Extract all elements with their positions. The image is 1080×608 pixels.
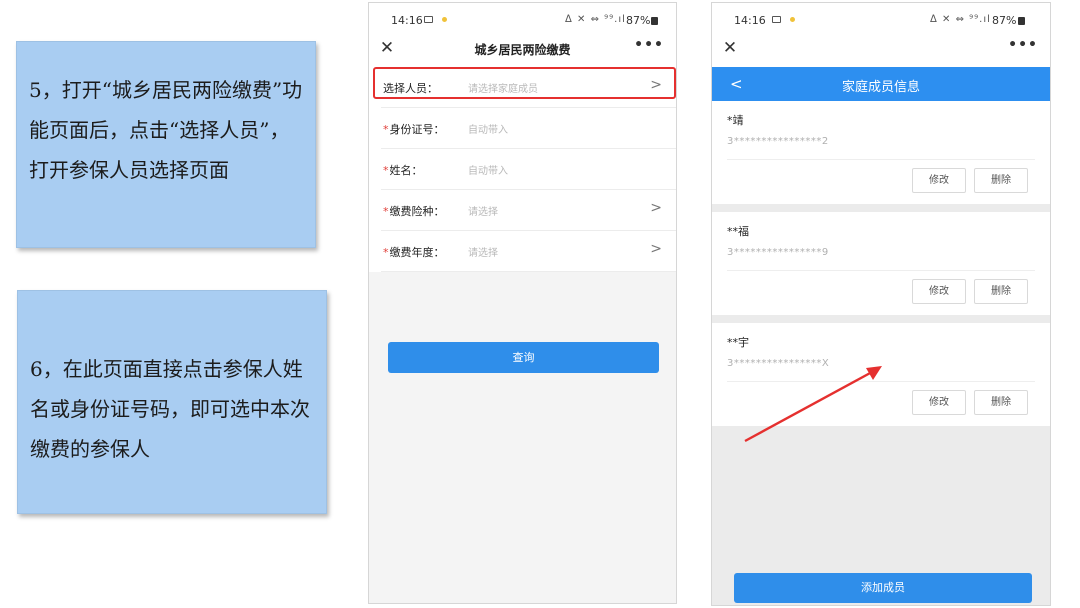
signal-icons: ᐃ ✕ ⇔ ⁹⁹.ıl bbox=[930, 14, 991, 25]
battery-icon bbox=[1018, 17, 1025, 25]
form-row-label: *缴费险种： bbox=[383, 205, 445, 218]
gallery-icon bbox=[424, 16, 433, 23]
page-title: 城乡居民两险缴费 bbox=[474, 43, 571, 57]
edit-button[interactable]: 修改 bbox=[912, 390, 966, 415]
select-member-highlight bbox=[373, 67, 676, 99]
delete-button[interactable]: 删除 bbox=[974, 279, 1028, 304]
form-row-payment-year[interactable]: *缴费年度： 请选择 > bbox=[369, 231, 676, 272]
header-title: 家庭成员信息 bbox=[841, 80, 920, 95]
member-list: *靖 3****************2 修改 删除 **福 3*******… bbox=[712, 101, 1050, 605]
form-row-id-number: *身份证号： 自动带入 bbox=[369, 108, 676, 149]
form-row-name: *姓名： 自动带入 bbox=[369, 149, 676, 190]
battery-level: 87% bbox=[626, 14, 651, 27]
gallery-icon bbox=[772, 16, 781, 23]
chevron-right-icon: > bbox=[650, 241, 662, 257]
insurance-type-value: 请选择 bbox=[468, 207, 498, 218]
required-mark: * bbox=[383, 246, 389, 259]
id-number-value: 自动带入 bbox=[468, 125, 508, 136]
member-id-number[interactable]: 3****************2 bbox=[727, 136, 829, 147]
close-icon[interactable]: ✕ bbox=[720, 37, 740, 59]
notification-dot-icon bbox=[790, 17, 795, 22]
required-mark: * bbox=[383, 205, 389, 218]
notification-dot-icon bbox=[442, 17, 447, 22]
payment-year-value: 请选择 bbox=[468, 248, 498, 259]
family-members-header: < 家庭成员信息 bbox=[712, 67, 1050, 101]
title-bar: ✕ 城乡居民两险缴费 ••• bbox=[369, 33, 676, 65]
signal-icons: ᐃ ✕ ⇔ ⁹⁹.ıl bbox=[565, 14, 626, 25]
delete-button[interactable]: 删除 bbox=[974, 390, 1028, 415]
step5-text: 5，打开“城乡居民两险缴费”功能页面后，点击“选择人员”，打开参保人员选择页面 bbox=[29, 78, 303, 182]
required-mark: * bbox=[383, 164, 389, 177]
member-id-number[interactable]: 3****************9 bbox=[727, 247, 829, 258]
form-row-label: *缴费年度： bbox=[383, 246, 445, 259]
name-value: 自动带入 bbox=[468, 166, 508, 177]
more-menu-icon[interactable]: ••• bbox=[1008, 37, 1038, 53]
status-bar: 14:16 ᐃ ✕ ⇔ ⁹⁹.ıl 87% bbox=[712, 3, 1050, 33]
step6-note: 6，在此页面直接点击参保人姓名或身份证号码，即可选中本次缴费的参保人 bbox=[17, 290, 327, 514]
required-mark: * bbox=[383, 123, 389, 136]
battery-level: 87% bbox=[992, 14, 1017, 27]
add-member-button[interactable]: 添加成员 bbox=[734, 573, 1032, 603]
step5-note: 5，打开“城乡居民两险缴费”功能页面后，点击“选择人员”，打开参保人员选择页面 bbox=[16, 41, 316, 248]
member-card[interactable]: *靖 3****************2 修改 删除 bbox=[712, 101, 1050, 204]
edit-button[interactable]: 修改 bbox=[912, 168, 966, 193]
status-time: 14:16 bbox=[734, 14, 766, 27]
battery-icon bbox=[651, 17, 658, 25]
form-row-insurance-type[interactable]: *缴费险种： 请选择 > bbox=[369, 190, 676, 231]
query-button[interactable]: 查询 bbox=[388, 342, 659, 373]
member-card[interactable]: **福 3****************9 修改 删除 bbox=[712, 212, 1050, 315]
member-card[interactable]: **宇 3****************X 修改 删除 bbox=[712, 323, 1050, 426]
form-row-label: *身份证号： bbox=[383, 123, 445, 136]
chevron-right-icon: > bbox=[650, 200, 662, 216]
delete-button[interactable]: 删除 bbox=[974, 168, 1028, 193]
more-menu-icon[interactable]: ••• bbox=[634, 37, 664, 53]
phone-family-members: 14:16 ᐃ ✕ ⇔ ⁹⁹.ıl 87% ✕ ••• < 家庭成员信息 *靖 … bbox=[711, 2, 1051, 606]
form-area: 选择人员： 请选择家庭成员 > *身份证号： 自动带入 *姓名： 自动带入 *缴… bbox=[369, 67, 676, 603]
edit-button[interactable]: 修改 bbox=[912, 279, 966, 304]
member-name[interactable]: **宇 bbox=[727, 334, 749, 350]
phone-payment-form: 14:16 ᐃ ✕ ⇔ ⁹⁹.ıl 87% ✕ 城乡居民两险缴费 ••• 选择人… bbox=[368, 2, 677, 604]
status-time: 14:16 bbox=[391, 14, 423, 27]
step6-text: 6，在此页面直接点击参保人姓名或身份证号码，即可选中本次缴费的参保人 bbox=[30, 357, 310, 461]
status-bar: 14:16 ᐃ ✕ ⇔ ⁹⁹.ıl 87% bbox=[369, 3, 676, 33]
title-bar: ✕ ••• bbox=[712, 33, 1050, 65]
form-row-label: *姓名： bbox=[383, 164, 423, 177]
member-name[interactable]: *靖 bbox=[727, 112, 744, 128]
member-id-number[interactable]: 3****************X bbox=[727, 358, 829, 369]
member-name[interactable]: **福 bbox=[727, 223, 749, 239]
